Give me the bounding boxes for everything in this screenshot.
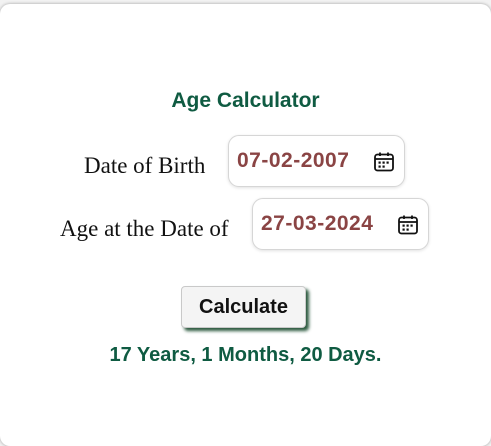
dob-date-field[interactable]: 07-02-2007	[228, 135, 405, 187]
page-title: Age Calculator	[171, 89, 320, 112]
at-date-label: Age at the Date of	[60, 216, 229, 241]
dob-date-value: 07-02-2007	[237, 149, 350, 172]
calendar-icon[interactable]	[397, 214, 419, 236]
age-result: 17 Years, 1 Months, 20 Days.	[109, 344, 382, 366]
dob-label: Date of Birth	[84, 153, 206, 178]
calculate-button[interactable]: Calculate	[181, 286, 306, 328]
age-calculator-card: Age Calculator Date of Birth 07-02-2007 …	[0, 4, 491, 446]
calendar-icon[interactable]	[373, 151, 395, 173]
at-date-value: 27-03-2024	[261, 212, 374, 235]
at-date-field[interactable]: 27-03-2024	[252, 198, 429, 250]
